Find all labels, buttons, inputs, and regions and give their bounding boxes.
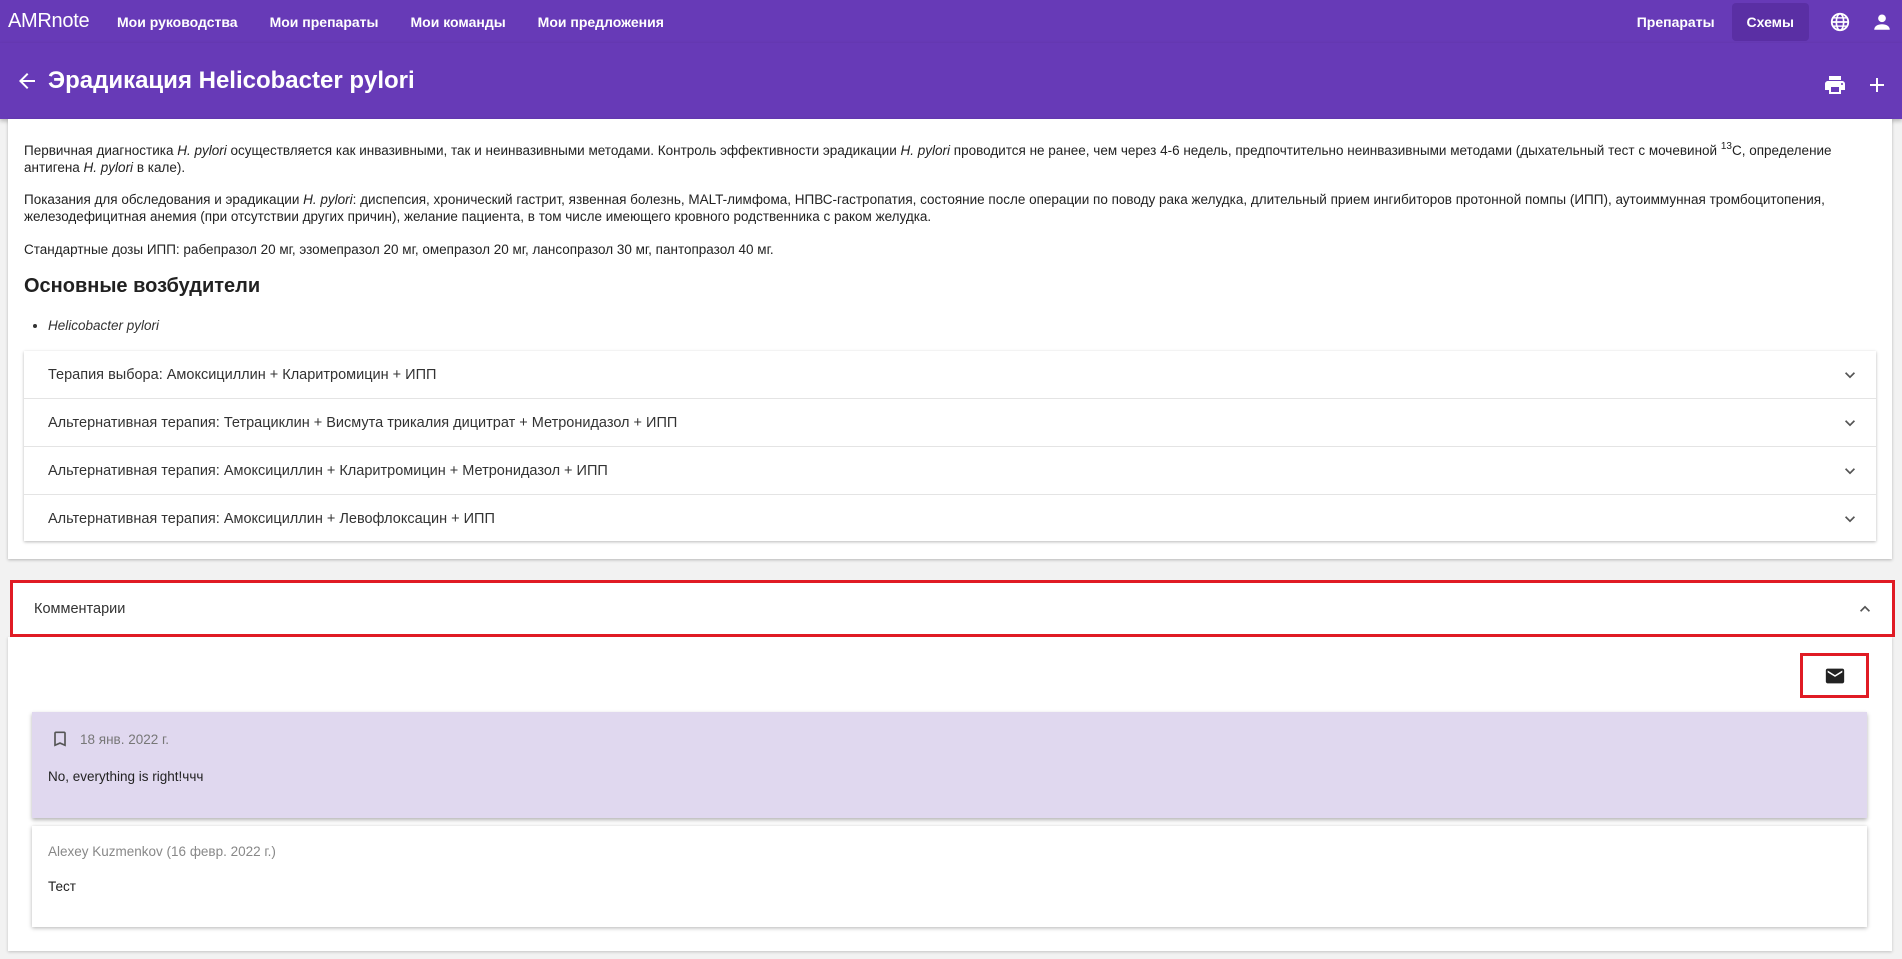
chevron-up-icon xyxy=(1860,605,1870,612)
page-title: Эрадикация Helicobacter pylori xyxy=(48,67,415,94)
comment-author: Alexey Kuzmenkov (16 февр. 2022 г.) xyxy=(48,844,276,859)
account-icon[interactable] xyxy=(1870,10,1894,34)
nav-my-drugs[interactable]: Мои препараты xyxy=(270,14,379,30)
add-icon[interactable] xyxy=(1865,73,1889,97)
nav-drugs[interactable]: Препараты xyxy=(1637,14,1715,30)
brand-logo[interactable]: AMRnote xyxy=(0,10,112,33)
chevron-down-icon xyxy=(1845,468,1855,475)
pathogen-list: Helicobacter pylori xyxy=(48,318,159,333)
standard-doses-paragraph: Стандартные дозы ИПП: рабепразол 20 мг, … xyxy=(24,242,774,257)
chevron-down-icon xyxy=(1845,372,1855,379)
mail-icon xyxy=(1825,668,1844,683)
therapy-label: Терапия выбора: Амоксициллин + Кларитром… xyxy=(48,366,437,383)
page-header: Эрадикация Helicobacter pylori xyxy=(0,43,1902,119)
comment-text: No, everything is right!ччч xyxy=(48,769,204,784)
therapy-panel-2[interactable]: Альтернативная терапия: Тетрациклин + Ви… xyxy=(24,399,1876,447)
comments-panel-header[interactable]: Комментарии xyxy=(10,580,1895,637)
therapy-label: Альтернативная терапия: Тетрациклин + Ви… xyxy=(48,414,678,431)
diagnostics-paragraph: Первичная диагностика H. pylori осуществ… xyxy=(24,141,1832,175)
top-app-bar: AMRnote Мои руководства Мои препараты Мо… xyxy=(0,0,1902,43)
comment-text: Тест xyxy=(48,879,76,894)
therapy-label: Альтернативная терапия: Амоксициллин + К… xyxy=(48,462,608,479)
nav-schemes-active[interactable]: Схемы xyxy=(1731,2,1809,41)
list-item: Helicobacter pylori xyxy=(48,318,159,333)
nav-my-guides[interactable]: Мои руководства xyxy=(117,14,238,30)
therapy-panel-1[interactable]: Терапия выбора: Амоксициллин + Кларитром… xyxy=(24,351,1876,399)
therapy-panel-4[interactable]: Альтернативная терапия: Амоксициллин + Л… xyxy=(24,495,1876,543)
guide-content-card: Первичная диагностика H. pylori осуществ… xyxy=(8,119,1892,559)
indications-paragraph: Показания для обследования и эрадикации … xyxy=(24,192,1825,224)
back-arrow-icon[interactable] xyxy=(15,69,39,93)
bookmark-icon[interactable] xyxy=(50,729,70,749)
comment-date: 18 янв. 2022 г. xyxy=(80,732,170,747)
chevron-down-icon xyxy=(1845,420,1855,427)
therapy-accordion: Терапия выбора: Амоксициллин + Кларитром… xyxy=(24,351,1876,541)
send-comment-button[interactable] xyxy=(1800,653,1869,698)
globe-icon[interactable] xyxy=(1828,10,1852,34)
nav-my-teams[interactable]: Мои команды xyxy=(411,14,506,30)
comment-card-own: 18 янв. 2022 г. No, everything is right!… xyxy=(32,712,1867,818)
therapy-label: Альтернативная терапия: Амоксициллин + Л… xyxy=(48,511,495,527)
therapy-panel-3[interactable]: Альтернативная терапия: Амоксициллин + К… xyxy=(24,447,1876,495)
comments-title: Комментарии xyxy=(34,600,126,617)
nav-my-proposals[interactable]: Мои предложения xyxy=(538,14,664,30)
chevron-down-icon xyxy=(1845,516,1855,523)
print-icon[interactable] xyxy=(1823,73,1847,97)
comment-card-other: Alexey Kuzmenkov (16 февр. 2022 г.) Тест xyxy=(32,826,1867,927)
section-title-pathogens: Основные возбудители xyxy=(24,275,261,297)
